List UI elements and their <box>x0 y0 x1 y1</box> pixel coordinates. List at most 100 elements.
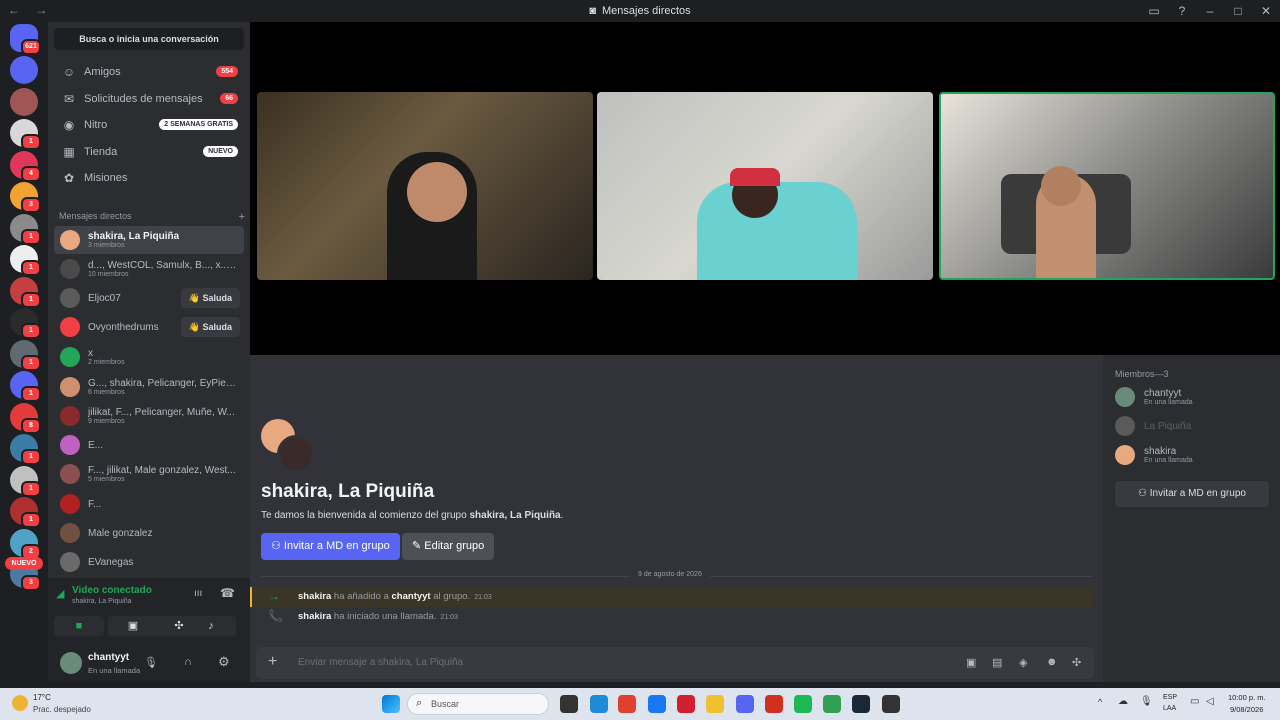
add-dm-icon[interactable]: + <box>239 211 245 223</box>
start-icon[interactable] <box>382 695 400 713</box>
members-invite-button[interactable]: ⚇ Invitar a MD en grupo <box>1115 481 1269 507</box>
noise-suppression-icon[interactable]: ııı <box>194 588 202 599</box>
screen-share-button[interactable]: ▣ <box>108 616 158 636</box>
dm-avatar <box>60 288 80 308</box>
wave-button[interactable]: 👋 Saluda <box>180 317 240 337</box>
mic-tray-icon[interactable]: 🎙 <box>1140 696 1153 707</box>
server-icon[interactable]: 1 <box>10 497 41 528</box>
disconnect-icon[interactable]: ☎ <box>220 586 235 600</box>
inbox-icon[interactable]: ▭ <box>1140 4 1168 18</box>
wave-button[interactable]: 👋 Saluda <box>180 288 240 308</box>
maximize-button[interactable]: □ <box>1224 4 1252 18</box>
server-icon[interactable] <box>10 56 38 84</box>
task-view-icon[interactable] <box>560 695 578 713</box>
help-icon[interactable]: ? <box>1168 4 1196 18</box>
clock-time[interactable]: 10:00 p. m. <box>1228 693 1266 702</box>
message-actor[interactable]: shakira <box>298 611 331 622</box>
opera-icon[interactable] <box>677 695 695 713</box>
member-item[interactable]: chantyyt En una llamada <box>1115 387 1193 407</box>
chrome-alt-icon[interactable] <box>823 695 841 713</box>
nav-item-amigos[interactable]: ☺ Amigos 554 <box>54 59 244 85</box>
server-icon[interactable]: 1 <box>10 119 41 150</box>
dm-item[interactable]: jilikat, F..., Pelicanger, Muñe, W... 9 m… <box>54 402 244 430</box>
emoji-icon[interactable]: ☻ <box>1046 656 1058 668</box>
server-icon[interactable] <box>10 87 38 116</box>
server-icon[interactable]: 1 <box>10 276 41 308</box>
dm-item[interactable]: EVanegas <box>54 548 244 576</box>
settings-gear-icon[interactable]: ⚙ <box>218 654 230 670</box>
home-button[interactable]: 621 <box>10 24 41 55</box>
server-icon[interactable]: 4 <box>10 150 41 182</box>
dm-item[interactable]: Eljoc07 👋 Saluda <box>54 284 244 312</box>
soundboard-button[interactable]: ♪ <box>186 616 236 636</box>
gif-icon[interactable]: ▤ <box>992 656 1002 669</box>
game-icon[interactable] <box>765 695 783 713</box>
lang-1[interactable]: ESP <box>1163 694 1177 701</box>
taskbar-search[interactable]: ⌕ Buscar <box>407 693 549 715</box>
user-avatar[interactable] <box>60 652 82 674</box>
server-icon[interactable]: 1 <box>10 434 41 465</box>
message-actor[interactable]: shakira <box>298 591 331 602</box>
clock-date[interactable]: 9/08/2026 <box>1230 705 1263 714</box>
server-icon[interactable]: 1 <box>10 465 41 497</box>
invite-group-dm-button[interactable]: ⚇ Invitar a MD en grupo <box>261 533 400 560</box>
dm-item[interactable]: G..., shakira, Pelicanger, EyPied... 6 mi… <box>54 373 244 401</box>
dm-item[interactable]: x2 miembros <box>54 343 244 371</box>
dm-item[interactable]: E... <box>54 431 244 459</box>
member-item[interactable]: La Piquiña <box>1115 416 1191 436</box>
headphones-icon[interactable]: ∩ <box>184 656 192 668</box>
weather-icon[interactable] <box>12 695 28 711</box>
video-tile-1[interactable] <box>257 92 593 280</box>
facebook-icon[interactable] <box>648 695 666 713</box>
tray-chevron-icon[interactable]: ^ <box>1098 697 1102 707</box>
dm-item[interactable]: shakira, La Piquiña 3 miembros <box>54 226 244 254</box>
nav-item-tienda[interactable]: ▦ Tienda NUEVO <box>54 139 244 165</box>
video-tile-3-speaking[interactable] <box>939 92 1275 280</box>
dm-item[interactable]: F..., jilikat, Male gonzalez, West... 5 m… <box>54 460 244 488</box>
discord-taskbar-icon[interactable] <box>736 695 754 713</box>
server-icon[interactable]: 8 <box>10 402 41 434</box>
server-icon[interactable]: 1 <box>10 339 41 371</box>
member-name: shakira <box>1144 446 1177 457</box>
steam-icon[interactable] <box>852 695 870 713</box>
edit-group-button[interactable]: ✎ Editar grupo <box>402 533 495 560</box>
lang-2[interactable]: LAA <box>1163 705 1176 712</box>
chrome-icon[interactable] <box>618 695 636 713</box>
message-target[interactable]: chantyyt <box>392 591 431 602</box>
nav-item-nitro[interactable]: ◉ Nitro 2 SEMANAS GRATIS <box>54 112 244 138</box>
minimize-button[interactable]: – <box>1196 4 1224 18</box>
add-attachment-icon[interactable]: + <box>268 653 277 671</box>
server-icon[interactable]: 2 <box>10 528 41 560</box>
nav-item-solicitudes[interactable]: ✉ Solicitudes de mensajes 66 <box>54 86 244 112</box>
server-icon[interactable]: 3 <box>10 182 41 213</box>
voice-channel[interactable]: shakira, La Piquiña <box>72 598 132 605</box>
nav-arrows[interactable]: ← → <box>8 3 53 17</box>
server-icon[interactable]: 1 <box>10 245 41 276</box>
dm-avatar <box>60 523 80 543</box>
edge-icon[interactable] <box>590 695 608 713</box>
gift-icon[interactable]: ▣ <box>966 656 976 669</box>
microphone-icon[interactable]: 🎙 <box>144 656 158 669</box>
network-icon[interactable]: ▭ <box>1190 696 1199 707</box>
volume-icon[interactable]: ◁ <box>1206 696 1214 707</box>
tray-icon[interactable]: ☁ <box>1118 696 1128 707</box>
dm-item[interactable]: F... <box>54 490 244 518</box>
dm-item[interactable]: Ovyonthedrums 👋 Saluda <box>54 313 244 341</box>
server-icon[interactable]: 1 <box>10 371 41 402</box>
explorer-icon[interactable] <box>706 695 724 713</box>
search-conversation-button[interactable]: Busca o inicia una conversación <box>54 28 244 50</box>
close-button[interactable]: ✕ <box>1252 4 1280 18</box>
spotify-icon[interactable] <box>794 695 812 713</box>
dm-item[interactable]: d..., WestCOL, Samulx, B..., x..., ... 10… <box>54 255 244 283</box>
apps-icon[interactable]: ✣ <box>1072 656 1081 669</box>
server-icon[interactable]: 1 <box>10 213 41 245</box>
sticker-icon[interactable]: ◈ <box>1019 656 1027 669</box>
nav-item-misiones[interactable]: ✿ Misiones <box>54 165 244 191</box>
server-icon[interactable]: 1 <box>10 308 41 339</box>
member-item[interactable]: shakira En una llamada <box>1115 445 1193 465</box>
dm-item[interactable]: Male gonzalez <box>54 519 244 547</box>
message-input[interactable]: Enviar mensaje a shakira, La Piquiña <box>298 657 463 668</box>
app-icon[interactable] <box>882 695 900 713</box>
video-tile-2[interactable] <box>597 92 933 280</box>
camera-button[interactable]: ■ <box>54 616 104 636</box>
